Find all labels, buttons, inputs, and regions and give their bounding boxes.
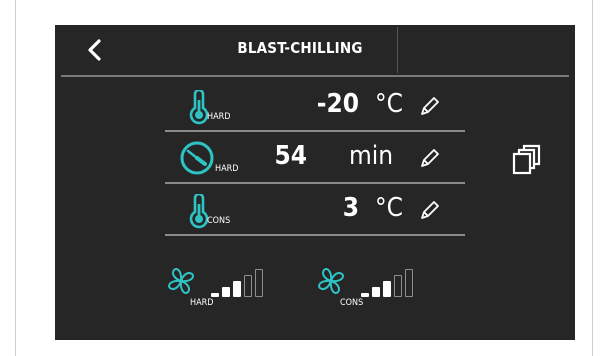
cons-sub-label: CONS — [207, 216, 231, 226]
row-divider — [165, 130, 465, 132]
temperature-unit: °C — [374, 193, 404, 223]
hard-sub-label: HARD — [215, 164, 239, 174]
header-divider — [397, 27, 398, 73]
cons-sub-label: CONS — [340, 298, 364, 308]
copy-icon — [512, 144, 541, 175]
fan-level-bar — [244, 275, 252, 297]
cons-temperature-value[interactable]: 3 — [343, 193, 359, 223]
copy-button[interactable] — [510, 143, 544, 177]
fan-icon — [168, 268, 194, 294]
hard-sub-label: HARD — [190, 298, 214, 308]
pencil-icon — [421, 97, 439, 115]
header-underline — [61, 75, 569, 77]
header-bar: BLAST-CHILLING — [55, 25, 575, 75]
row-divider — [165, 234, 465, 236]
hard-fan-speed[interactable]: HARD — [165, 261, 305, 321]
fan-level-bars — [361, 261, 431, 306]
back-button[interactable] — [83, 37, 109, 63]
fan-level-bars — [211, 261, 281, 306]
cons-fan-speed[interactable]: CONS — [315, 261, 455, 321]
hard-time-value[interactable]: 54 — [274, 141, 307, 171]
control-panel-screen: BLAST-CHILLING HARD -20 °C HARD 54 min C… — [55, 25, 575, 340]
fan-level-bar — [211, 293, 219, 297]
row-divider — [165, 182, 465, 184]
page-title: BLAST-CHILLING — [237, 39, 363, 57]
temperature-unit: °C — [374, 89, 404, 119]
fan-level-bar — [394, 275, 402, 297]
clock-icon — [180, 141, 214, 175]
fan-level-bar — [361, 293, 369, 297]
cons-temperature-row: CONS 3 °C — [165, 186, 465, 236]
pencil-icon — [421, 149, 439, 167]
edit-hard-time-button[interactable] — [417, 147, 441, 171]
edit-hard-temperature-button[interactable] — [417, 95, 441, 119]
hard-sub-label: HARD — [207, 112, 231, 122]
hard-temperature-row: HARD -20 °C — [165, 82, 465, 132]
fan-icon — [318, 268, 344, 294]
chevron-left-icon — [88, 39, 101, 61]
fan-level-bar — [222, 287, 230, 297]
hard-temperature-value[interactable]: -20 — [317, 89, 359, 119]
fan-level-bar — [383, 281, 391, 297]
fan-level-bar — [233, 281, 241, 297]
fan-level-bar — [405, 269, 413, 297]
fan-speeds: HARD CONS — [165, 261, 465, 321]
pencil-icon — [421, 201, 439, 219]
hard-time-row: HARD 54 min — [165, 134, 465, 184]
edit-cons-temperature-button[interactable] — [417, 199, 441, 223]
fan-level-bar — [255, 269, 263, 297]
fan-level-bar — [372, 287, 380, 297]
time-unit: min — [348, 141, 394, 171]
